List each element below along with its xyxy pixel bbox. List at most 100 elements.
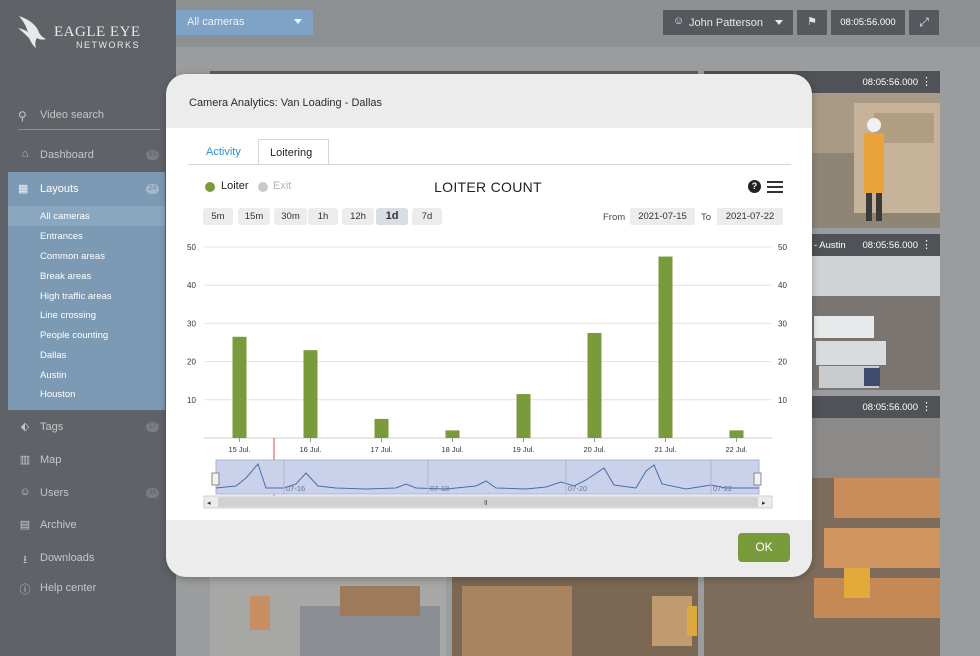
y-tick-label-right: 50 — [778, 243, 787, 252]
count-badge: 55 — [146, 150, 159, 160]
navigator-label: 07-22 — [713, 484, 732, 493]
eagle-icon — [18, 16, 46, 48]
x-tick-label: 19 Jul. — [512, 445, 534, 454]
tag-icon: ⬖ — [20, 421, 30, 433]
sidebar: EAGLE EYE NETWORKS ⚲ Video search ⌂ Dash… — [0, 0, 176, 656]
x-tick-label: 18 Jul. — [441, 445, 463, 454]
sidebar-item-label: Tags — [40, 421, 64, 433]
more-icon[interactable]: ⋮ — [921, 400, 932, 413]
camera-analytics-dialog: Camera Analytics: Van Loading - Dallas A… — [166, 74, 812, 577]
camera-time: 08:05:56.000 — [862, 402, 918, 413]
layout-item-houston[interactable]: Houston — [8, 384, 165, 404]
y-tick-label-right: 10 — [778, 396, 787, 405]
eagle-eye-logo[interactable]: EAGLE EYE NETWORKS — [16, 12, 166, 52]
chart-bar — [303, 350, 318, 438]
camera-layout-select[interactable]: All cameras — [176, 10, 313, 35]
y-tick-label-left: 40 — [187, 281, 196, 290]
y-tick-label-left: 30 — [187, 319, 196, 328]
scroll-right-arrow-icon: ▸ — [762, 499, 766, 507]
layout-item-label: Dallas — [40, 350, 67, 361]
x-tick-label: 16 Jul. — [299, 445, 321, 454]
brand-name: EAGLE EYE — [54, 24, 141, 40]
camera-name: - Austin — [814, 240, 846, 251]
ok-button[interactable]: OK — [738, 533, 790, 562]
layout-item-label: Line crossing — [40, 310, 96, 321]
sidebar-item-archive[interactable]: ▤ Archive — [0, 515, 176, 537]
layout-item-common-areas[interactable]: Common areas — [8, 246, 165, 266]
sidebar-item-label: Map — [40, 454, 62, 466]
camera-time: 08:05:56.000 — [862, 240, 918, 251]
brand-subtitle: NETWORKS — [76, 40, 141, 50]
x-tick-label: 22 Jul. — [725, 445, 747, 454]
fullscreen-button[interactable]: ⤢ — [909, 10, 939, 35]
sidebar-item-label: Downloads — [40, 552, 95, 564]
layouts-panel: ▦ Layouts 24 All cameras Entrances Commo… — [8, 172, 165, 410]
y-tick-label-right: 30 — [778, 319, 787, 328]
navigator-label: 07-16 — [286, 484, 305, 493]
flag-icon: ⚑ — [807, 16, 817, 28]
chart-bar — [587, 332, 602, 438]
layout-item-break-areas[interactable]: Break areas — [8, 266, 165, 286]
layout-item-people-counting[interactable]: People counting — [8, 325, 165, 345]
layout-item-label: High traffic areas — [40, 291, 112, 302]
help-icon: ⓘ — [19, 584, 31, 596]
user-icon: ☺ — [19, 486, 31, 498]
user-icon: ☺ — [673, 15, 685, 27]
sidebar-item-label: Layouts — [40, 183, 79, 195]
layout-item-label: Austin — [40, 370, 67, 381]
expand-icon: ⤢ — [919, 15, 929, 29]
current-time[interactable]: 08:05:56.000 — [831, 10, 905, 35]
layout-item-all-cameras[interactable]: All cameras — [8, 206, 165, 226]
sidebar-item-users[interactable]: ☺ Users 36 — [0, 483, 176, 505]
camera-tile[interactable] — [452, 576, 698, 656]
layout-item-label: People counting — [40, 330, 109, 341]
sidebar-item-tags[interactable]: ⬖ Tags 17 — [0, 417, 176, 439]
camera-feed-image — [452, 576, 698, 656]
layout-item-line-crossing[interactable]: Line crossing — [8, 305, 165, 325]
sidebar-item-dashboard[interactable]: ⌂ Dashboard 55 — [0, 145, 176, 167]
more-icon[interactable]: ⋮ — [921, 75, 932, 88]
sidebar-item-map[interactable]: ▥ Map — [0, 450, 176, 472]
x-tick-label: 17 Jul. — [370, 445, 392, 454]
layout-item-label: All cameras — [40, 211, 90, 222]
y-tick-label-right: 40 — [778, 281, 787, 290]
navigator-label: 07-20 — [568, 484, 587, 493]
sidebar-item-label: Users — [40, 487, 69, 499]
dialog-title: Camera Analytics: Van Loading - Dallas — [189, 97, 383, 109]
y-tick-label-left: 10 — [187, 396, 196, 405]
video-search[interactable]: ⚲ Video search — [18, 108, 160, 130]
sidebar-item-label: Archive — [40, 519, 77, 531]
camera-time: 08:05:56.000 — [862, 77, 918, 88]
grid-icon: ▦ — [18, 183, 29, 195]
layout-item-entrances[interactable]: Entrances — [8, 226, 165, 246]
sidebar-item-help-center[interactable]: ⓘ Help center — [0, 578, 176, 600]
x-tick-label: 15 Jul. — [228, 445, 250, 454]
scrollbar-grip-icon: Ⅱ — [484, 499, 487, 507]
camera-tile[interactable] — [210, 576, 446, 656]
sidebar-item-layouts[interactable]: ▦ Layouts 24 — [8, 172, 165, 204]
navigator-handle-right — [753, 472, 762, 486]
y-tick-label-left: 20 — [187, 358, 196, 367]
layout-item-label: Houston — [40, 389, 76, 400]
search-icon: ⚲ — [18, 109, 27, 123]
layout-item-high-traffic-areas[interactable]: High traffic areas — [8, 286, 165, 306]
sidebar-item-downloads[interactable]: ⭳ Downloads — [0, 548, 176, 570]
layout-item-label: Entrances — [40, 231, 83, 242]
chevron-down-icon — [775, 20, 783, 25]
layout-item-austin[interactable]: Austin — [8, 365, 165, 385]
y-tick-label-left: 50 — [187, 243, 196, 252]
user-menu-button[interactable]: ☺ John Patterson — [663, 10, 793, 35]
chart-bar — [232, 336, 247, 438]
archive-icon: ▤ — [19, 519, 31, 531]
layout-item-dallas[interactable]: Dallas — [8, 345, 165, 365]
loiter-count-chart: 10 10 20 20 30 30 40 40 50 50 15 Jul. 16 Jul. 17 Jul… — [187, 243, 787, 509]
dialog-body: Activity Loitering Loiter Exit LOITER CO… — [166, 128, 812, 520]
more-icon[interactable]: ⋮ — [921, 238, 932, 251]
navigator-scrollbar-thumb — [218, 497, 758, 507]
flag-button[interactable]: ⚑ — [797, 10, 827, 35]
navigator-label: 07-18 — [430, 484, 449, 493]
chevron-down-icon — [294, 19, 302, 24]
layout-item-label: Common areas — [40, 251, 105, 262]
camera-feed-image — [210, 576, 446, 656]
camera-layout-value: All cameras — [187, 16, 245, 28]
